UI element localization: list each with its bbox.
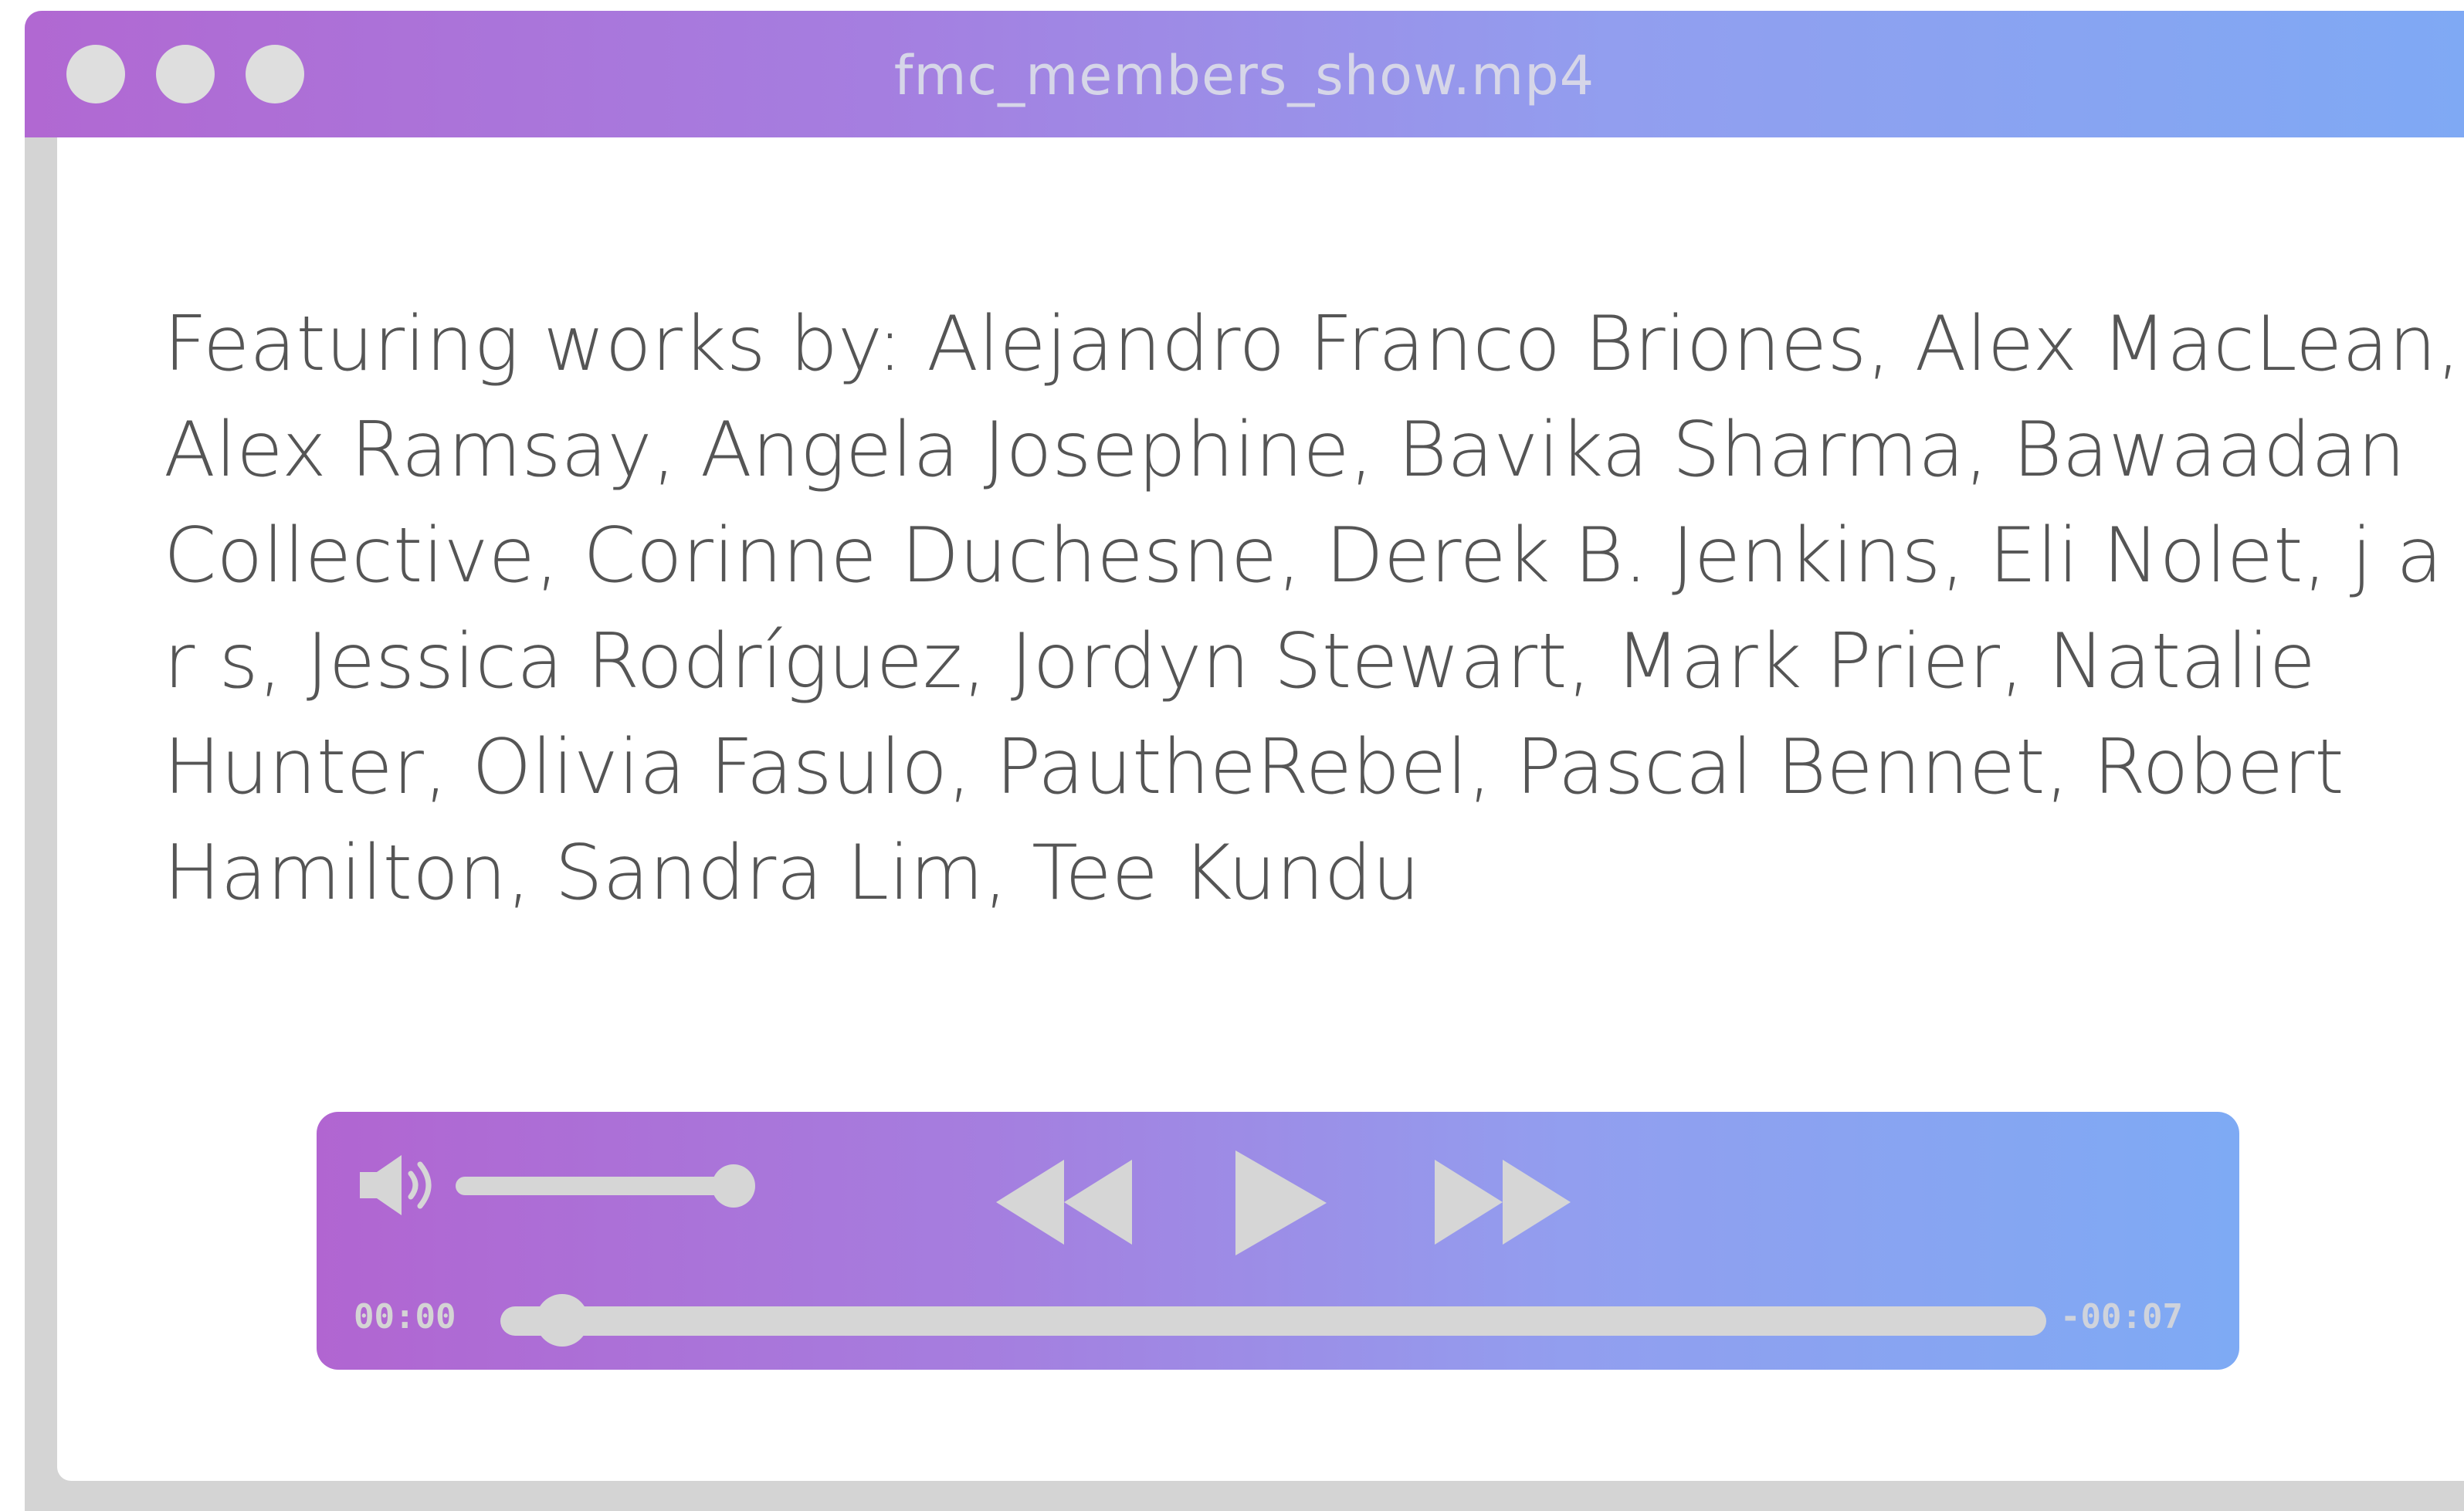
media-window: fmc_members_show.mp4 Featuring works by:…: [25, 11, 2464, 1511]
title-bar: fmc_members_show.mp4: [25, 11, 2464, 137]
play-icon[interactable]: [1232, 1149, 1330, 1257]
progress-bar-track[interactable]: [500, 1306, 2046, 1336]
current-time: 00:00: [354, 1297, 456, 1337]
media-player-controls: 00:00 -00:07: [317, 1112, 2239, 1370]
remaining-time: -00:07: [2060, 1297, 2183, 1337]
content-area: Featuring works by: Alejandro Franco Bri…: [57, 137, 2464, 1481]
credits-text: Featuring works by: Alejandro Franco Bri…: [164, 300, 2461, 917]
volume-slider-handle[interactable]: [712, 1164, 755, 1208]
volume-slider-track[interactable]: [456, 1177, 734, 1195]
speaker-icon[interactable]: [357, 1150, 442, 1220]
progress-bar-handle[interactable]: [536, 1294, 589, 1347]
fast-forward-icon[interactable]: [1432, 1157, 1574, 1248]
window-title: fmc_members_show.mp4: [893, 44, 1595, 107]
rewind-icon[interactable]: [993, 1157, 1135, 1248]
